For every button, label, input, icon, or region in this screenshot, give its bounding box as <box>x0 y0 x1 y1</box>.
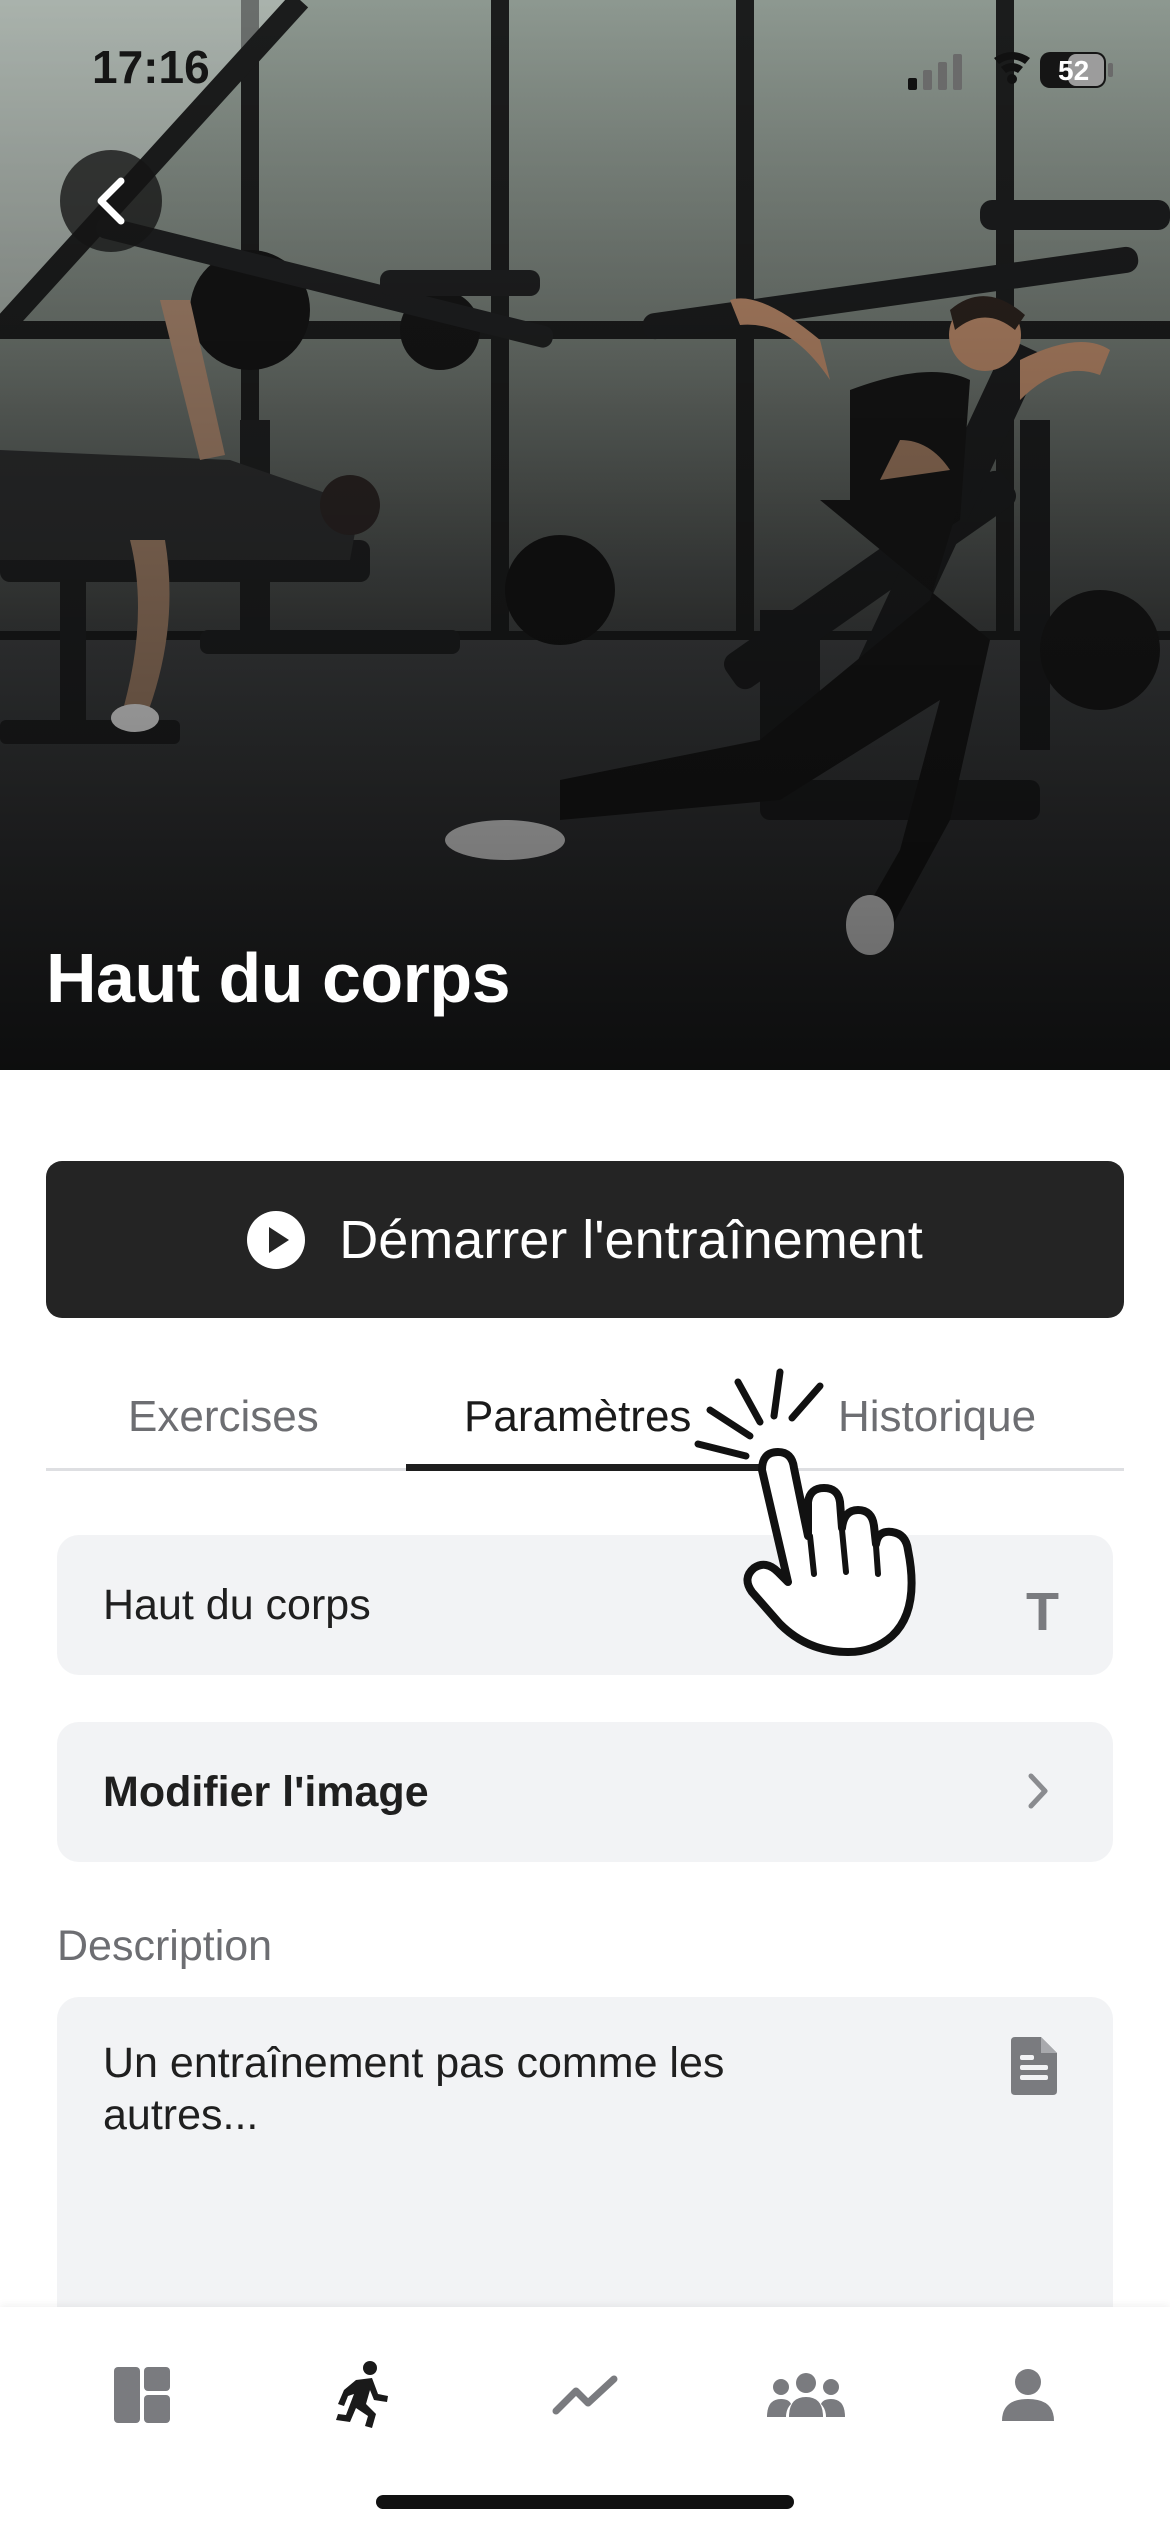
play-icon <box>247 1210 306 1269</box>
tab-exercises[interactable]: Exercises <box>128 1392 319 1442</box>
edit-image-row[interactable]: Modifier l'image <box>57 1722 1113 1862</box>
battery-icon: 52 <box>1040 52 1113 88</box>
group-icon <box>767 2373 845 2417</box>
profile-icon <box>1002 2369 1054 2421</box>
chart-line-icon <box>552 2375 618 2415</box>
document-icon <box>1011 2037 1057 2095</box>
tab-progress[interactable] <box>545 2355 625 2435</box>
tap-hand-pointer-icon <box>694 1368 916 1656</box>
start-workout-button[interactable]: Démarrer l'entraînement <box>46 1161 1124 1318</box>
status-time: 17:16 <box>92 41 210 93</box>
tab-dashboard[interactable] <box>102 2355 182 2435</box>
gym-photo <box>0 0 1170 1070</box>
start-workout-label: Démarrer l'entraînement <box>339 1209 923 1270</box>
back-button[interactable] <box>60 150 162 252</box>
workout-name-value: Haut du corps <box>103 1581 371 1629</box>
battery-level: 52 <box>1058 55 1089 86</box>
tab-community[interactable] <box>766 2355 846 2435</box>
text-icon: T <box>1026 1582 1059 1642</box>
wifi-icon <box>994 52 1030 84</box>
hero-image: 17:16 52 Haut du corps <box>0 0 1170 1070</box>
status-bar: 17:16 52 <box>0 0 1170 140</box>
dashboard-icon <box>114 2367 170 2423</box>
bottom-tab-bar <box>0 2307 1170 2532</box>
chevron-right-icon <box>1028 1773 1048 1809</box>
tab-parametres[interactable]: Paramètres <box>464 1392 691 1442</box>
status-icons: 52 <box>908 52 1113 90</box>
home-indicator <box>376 2495 794 2509</box>
running-icon <box>336 2361 388 2428</box>
signal-icon <box>908 54 962 90</box>
tab-workouts[interactable] <box>322 2355 402 2435</box>
edit-image-label: Modifier l'image <box>103 1768 429 1816</box>
workout-title: Haut du corps <box>46 939 511 1017</box>
tab-profile[interactable] <box>988 2355 1068 2435</box>
description-label: Description <box>57 1922 273 1970</box>
description-value: Un entraînement pas comme les autres... <box>103 2039 725 2139</box>
chevron-left-icon <box>97 177 125 225</box>
description-field[interactable]: Un entraînement pas comme les autres... <box>57 1997 1113 2307</box>
